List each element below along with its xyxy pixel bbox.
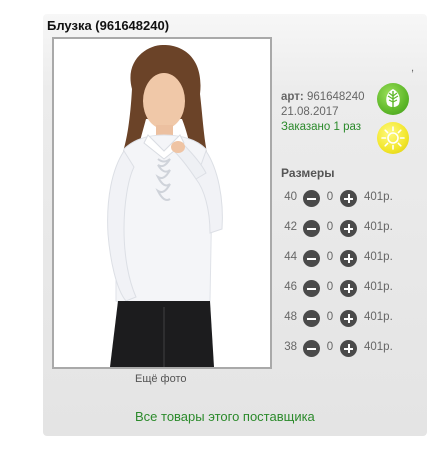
size-quantity: 0 xyxy=(326,251,334,263)
sun-icon xyxy=(377,122,409,154)
plus-icon[interactable] xyxy=(340,280,357,297)
product-card: Блузка (961648240) Ещё фото , арт: 96164… xyxy=(43,14,427,436)
size-price: 401р. xyxy=(364,191,393,203)
plus-icon[interactable] xyxy=(340,220,357,237)
size-quantity: 0 xyxy=(326,341,334,353)
size-row-46: 46 0 401р. xyxy=(279,280,399,298)
size-row-42: 42 0 401р. xyxy=(279,220,399,238)
size-value: 48 xyxy=(284,311,297,323)
minus-icon[interactable] xyxy=(303,220,320,237)
article-label: арт: xyxy=(281,91,304,103)
plus-icon[interactable] xyxy=(340,190,357,207)
size-value: 40 xyxy=(284,191,297,203)
product-photo-image xyxy=(54,39,270,367)
minus-icon[interactable] xyxy=(303,190,320,207)
size-row-48: 48 0 401р. xyxy=(279,310,399,328)
minus-icon[interactable] xyxy=(303,340,320,357)
product-photo[interactable] xyxy=(52,37,272,369)
size-price: 401р. xyxy=(364,341,393,353)
size-value: 42 xyxy=(284,221,297,233)
size-price: 401р. xyxy=(364,281,393,293)
plus-icon[interactable] xyxy=(340,250,357,267)
product-date: 21.08.2017 xyxy=(281,106,339,118)
minus-icon[interactable] xyxy=(303,310,320,327)
article-value: 961648240 xyxy=(306,91,365,103)
size-value: 38 xyxy=(284,341,297,353)
size-price: 401р. xyxy=(364,311,393,323)
size-row-44: 44 0 401р. xyxy=(279,250,399,268)
size-row-40: 40 0 401р. xyxy=(279,190,399,208)
plus-icon[interactable] xyxy=(340,310,357,327)
size-quantity: 0 xyxy=(326,281,334,293)
ordered-count: Заказано 1 раз xyxy=(281,121,362,133)
size-quantity: 0 xyxy=(326,191,334,203)
minus-icon[interactable] xyxy=(303,280,320,297)
leaf-icon xyxy=(377,83,409,115)
size-price: 401р. xyxy=(364,221,393,233)
size-price: 401р. xyxy=(364,251,393,263)
product-info: арт: 961648240 21.08.2017 Заказано 1 раз xyxy=(281,90,365,135)
size-quantity: 0 xyxy=(326,311,334,323)
more-photos-link[interactable]: Ещё фото xyxy=(135,373,187,385)
product-title: Блузка (961648240) xyxy=(47,18,170,33)
sizes-title: Размеры xyxy=(281,166,335,180)
tick-mark: , xyxy=(411,62,415,74)
size-value: 44 xyxy=(284,251,297,263)
size-row-38: 38 0 401р. xyxy=(279,340,399,358)
plus-icon[interactable] xyxy=(340,340,357,357)
size-value: 46 xyxy=(284,281,297,293)
all-supplier-goods-link[interactable]: Все товары этого поставщика xyxy=(135,409,315,424)
minus-icon[interactable] xyxy=(303,250,320,267)
size-quantity: 0 xyxy=(326,221,334,233)
